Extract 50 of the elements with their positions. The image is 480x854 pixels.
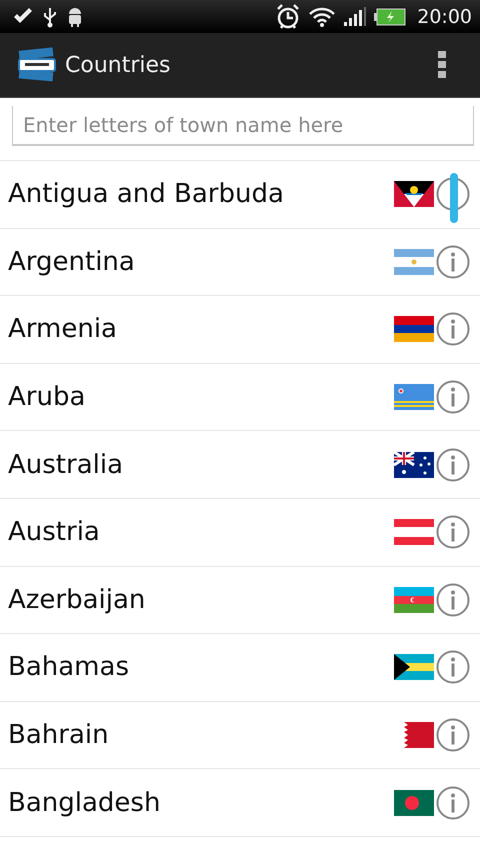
flag-icon: [394, 654, 434, 680]
country-name: Aruba: [8, 382, 86, 412]
country-name: Azerbaijan: [8, 584, 146, 615]
info-icon[interactable]: [436, 312, 470, 346]
usb-icon: [42, 6, 58, 28]
screen-title: Countries: [65, 52, 172, 78]
flag-icon: [394, 384, 434, 410]
battery-icon: [374, 8, 406, 26]
country-row[interactable]: Azerbaijan: [0, 566, 480, 634]
signal-icon: [343, 6, 368, 26]
wifi-icon: [308, 6, 336, 28]
android-icon: [66, 6, 84, 28]
info-icon[interactable]: [436, 244, 470, 279]
info-icon[interactable]: [436, 582, 470, 617]
country-name: Australia: [8, 450, 124, 480]
info-icon[interactable]: [436, 515, 470, 550]
flag-icon: [394, 316, 434, 342]
overflow-menu-icon[interactable]: [438, 50, 446, 80]
flag-icon: [394, 452, 434, 478]
flag-icon: [394, 181, 434, 208]
country-row[interactable]: Australia: [0, 431, 480, 499]
info-icon[interactable]: [436, 650, 470, 684]
flag-icon: [394, 519, 434, 546]
country-row[interactable]: Armenia: [0, 296, 480, 364]
country-name: Antigua and Barbuda: [8, 179, 285, 210]
flag-icon: [394, 722, 434, 748]
country-row[interactable]: Austria: [0, 498, 480, 567]
info-icon[interactable]: [436, 380, 470, 414]
country-row[interactable]: Bahamas: [0, 634, 480, 702]
info-icon[interactable]: [436, 448, 470, 482]
country-row[interactable]: Argentina: [0, 228, 480, 296]
status-time: 20:00: [417, 6, 472, 28]
alarm-clock-icon: [275, 2, 302, 30]
country-row[interactable]: Aruba: [0, 364, 480, 432]
flag-icon: [394, 248, 434, 275]
country-row[interactable]: Bahrain: [0, 702, 480, 770]
flag-icon: [394, 586, 434, 613]
info-icon[interactable]: [436, 718, 470, 752]
info-icon[interactable]: [436, 786, 470, 820]
country-name: Bangladesh: [8, 788, 162, 818]
search-field[interactable]: Enter letters of town name here: [12, 106, 474, 146]
fast-scroll-thumb[interactable]: [450, 173, 458, 223]
country-name: Bahrain: [8, 720, 110, 750]
country-name: Armenia: [8, 314, 118, 344]
country-row[interactable]: Bangladesh: [0, 769, 480, 837]
flag-icon: [394, 790, 434, 816]
country-name: Bahamas: [8, 652, 130, 682]
app-logo-icon[interactable]: [17, 47, 57, 83]
country-name: Argentina: [8, 246, 136, 277]
country-name: Austria: [8, 517, 101, 548]
